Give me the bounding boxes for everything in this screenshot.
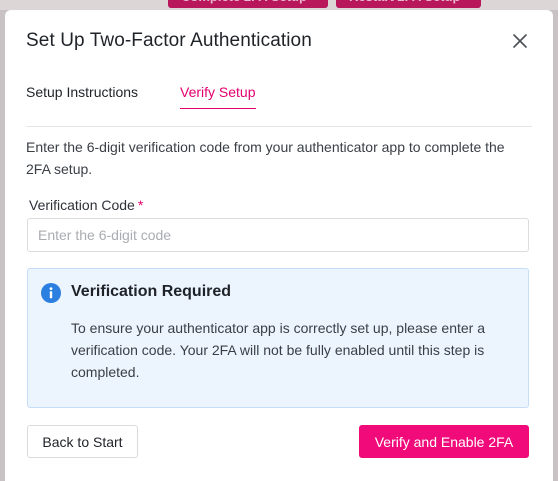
back-to-start-button[interactable]: Back to Start xyxy=(27,425,138,458)
required-indicator: * xyxy=(137,197,144,213)
modal-title: Set Up Two-Factor Authentication xyxy=(26,30,312,51)
intro-text: Enter the 6-digit verification code from… xyxy=(26,139,505,177)
complete-2fa-setup-button: Complete 2FA Setup xyxy=(168,0,328,8)
verification-required-alert: Verification Required To ensure your aut… xyxy=(27,268,529,408)
tabs-divider xyxy=(26,126,532,127)
tab-list: Setup Instructions Verify Setup xyxy=(26,84,532,114)
restart-2fa-setup-button: Restart 2FA Setup xyxy=(336,0,481,8)
verification-code-label: Verification Code * xyxy=(29,197,143,213)
tab-setup-instructions[interactable]: Setup Instructions xyxy=(26,84,138,108)
verification-code-input[interactable] xyxy=(27,218,529,252)
verification-code-label-text: Verification Code xyxy=(29,197,135,213)
close-icon xyxy=(513,34,527,48)
alert-title: Verification Required xyxy=(71,283,232,300)
tab-verify-setup[interactable]: Verify Setup xyxy=(180,84,256,109)
alert-body: To ensure your authenticator app is corr… xyxy=(71,320,486,380)
info-icon xyxy=(41,283,61,303)
two-factor-setup-modal: Set Up Two-Factor Authentication Setup I… xyxy=(5,10,553,481)
verify-and-enable-2fa-button[interactable]: Verify and Enable 2FA xyxy=(359,425,529,458)
close-button[interactable] xyxy=(509,30,531,52)
